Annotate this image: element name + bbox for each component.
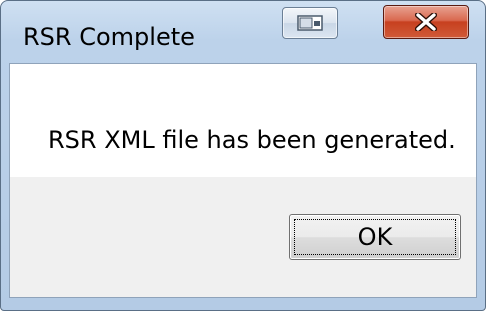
restore-icon (297, 15, 323, 31)
ok-button[interactable]: OK (289, 214, 461, 260)
title-bar[interactable]: RSR Complete (1, 1, 485, 63)
dialog-client-area: RSR XML file has been generated. OK (9, 63, 477, 298)
restore-button[interactable] (282, 7, 338, 39)
window-title: RSR Complete (23, 23, 195, 51)
dialog-footer: OK (10, 177, 476, 297)
dialog-window: RSR Complete RSR XML file has been gener… (0, 0, 486, 311)
close-button[interactable] (383, 5, 469, 39)
close-icon (415, 13, 437, 31)
ok-button-label: OK (357, 223, 393, 251)
dialog-message: RSR XML file has been generated. (48, 126, 456, 154)
